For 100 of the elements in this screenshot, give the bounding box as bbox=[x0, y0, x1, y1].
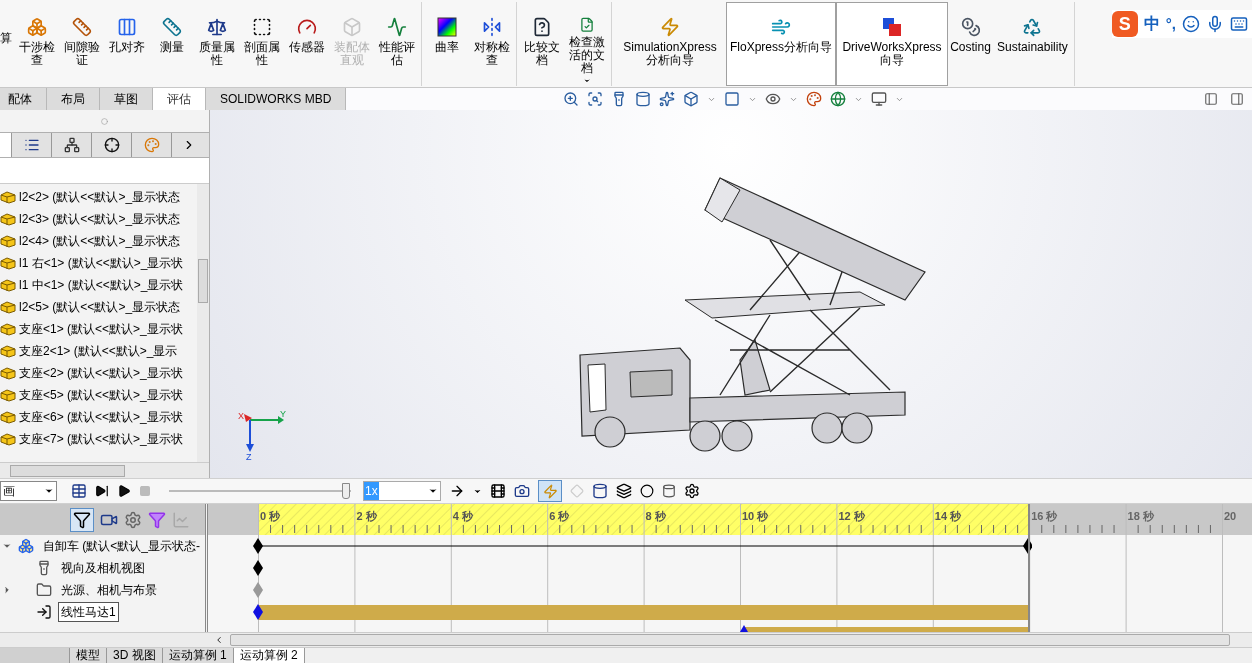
ribbon-tool[interactable]: 干涉检查 bbox=[14, 2, 59, 86]
command-tab[interactable]: 评估 bbox=[153, 88, 206, 110]
ribbon-tool[interactable]: 检查激活的文档 bbox=[564, 2, 609, 86]
panel-left-icon[interactable] bbox=[1204, 92, 1218, 106]
calculator-table-icon[interactable] bbox=[71, 483, 87, 499]
spring-icon[interactable] bbox=[616, 483, 632, 499]
command-tab[interactable]: 布局 bbox=[47, 88, 100, 110]
tree-item[interactable]: 支座<1> (默认<<默认>_显示状 bbox=[0, 318, 197, 340]
splitter-handle-icon[interactable] bbox=[101, 117, 108, 125]
ruler-label: 6 秒 bbox=[549, 509, 570, 524]
study-tab[interactable]: 模型 bbox=[70, 648, 107, 663]
play-icon[interactable] bbox=[117, 484, 131, 498]
tree-item[interactable]: l2<4> (默认<<默认>_显示状态 bbox=[0, 230, 197, 252]
film-icon[interactable] bbox=[490, 483, 506, 499]
ribbon-tool[interactable]: DriveWorksXpress向导 bbox=[836, 2, 949, 86]
ribbon-tool-label[interactable]: 算 bbox=[0, 32, 12, 45]
timeline-scrollbar[interactable] bbox=[0, 632, 1252, 648]
tree-item[interactable]: l2<3> (默认<<默认>_显示状态 bbox=[0, 208, 197, 230]
arrow-right-icon[interactable] bbox=[449, 483, 465, 499]
part-icon bbox=[0, 410, 16, 424]
microphone-icon[interactable] bbox=[1206, 15, 1224, 33]
ribbon-tool[interactable]: 质量属性 bbox=[194, 2, 239, 86]
study-tab[interactable]: 运动算例 1 bbox=[162, 648, 234, 663]
gear-filter-icon[interactable] bbox=[124, 510, 142, 529]
sparkles-icon[interactable] bbox=[659, 91, 675, 107]
crosshair-icon bbox=[103, 137, 120, 153]
command-tab[interactable]: SOLIDWORKS MBD bbox=[206, 88, 347, 110]
activity-icon bbox=[386, 17, 407, 37]
settings-icon[interactable] bbox=[684, 483, 700, 499]
ribbon-tool[interactable]: 剖面属性 bbox=[239, 2, 284, 86]
cylinder-icon[interactable] bbox=[635, 91, 651, 107]
cube-icon[interactable] bbox=[683, 91, 699, 107]
ruler-label: 2 秒 bbox=[356, 509, 377, 524]
slider-thumb[interactable] bbox=[341, 483, 350, 499]
motion-tree-item[interactable]: 光源、相机与布景 bbox=[58, 580, 160, 600]
study-type-dropdown[interactable]: 画 bbox=[0, 481, 57, 501]
command-tab[interactable]: 草图 bbox=[100, 88, 153, 110]
motion-tree-item[interactable]: 视向及相机视图 bbox=[58, 558, 148, 578]
palette-icon[interactable] bbox=[806, 91, 822, 107]
camera-icon[interactable] bbox=[514, 483, 530, 499]
contact-icon[interactable] bbox=[640, 484, 654, 498]
command-tab[interactable]: 配体 bbox=[0, 88, 47, 110]
globe-icon[interactable] bbox=[830, 91, 846, 107]
motor-icon[interactable] bbox=[592, 483, 608, 499]
keyboard-icon[interactable] bbox=[1230, 15, 1248, 33]
ribbon-tool[interactable]: FloXpress分析向导 bbox=[726, 2, 837, 86]
ribbon-tool[interactable]: 测量 bbox=[149, 2, 194, 86]
tree-item[interactable]: l2<2> (默认<<默认>_显示状态 bbox=[0, 186, 197, 208]
study-tab[interactable]: 运动算例 2 bbox=[233, 648, 305, 663]
ribbon-tool[interactable]: 对称检查 bbox=[469, 2, 514, 86]
filter-field[interactable] bbox=[0, 158, 209, 184]
ribbon-tool[interactable]: 性能评估 bbox=[374, 2, 419, 86]
tree-item[interactable]: l1 中<1> (默认<<默认>_显示状 bbox=[0, 274, 197, 296]
vertical-scrollbar[interactable] bbox=[197, 184, 209, 462]
ribbon-tool[interactable]: 曲率 bbox=[424, 2, 469, 86]
emoji-icon[interactable] bbox=[1182, 15, 1200, 33]
view-icon[interactable] bbox=[724, 91, 740, 107]
ribbon-tool[interactable]: 传感器 bbox=[284, 2, 329, 86]
flashlight-icon[interactable] bbox=[611, 91, 627, 107]
tree-item[interactable]: 支座<2> (默认<<默认>_显示状 bbox=[0, 362, 197, 384]
eye-icon[interactable] bbox=[765, 91, 781, 107]
palette-icon bbox=[143, 137, 160, 153]
ruler-icon bbox=[161, 17, 182, 37]
panel-right-icon[interactable] bbox=[1230, 92, 1244, 106]
zoom-area-icon[interactable] bbox=[587, 91, 603, 107]
gravity-icon[interactable] bbox=[662, 484, 676, 498]
tree-item[interactable]: l1 右<1> (默认<<默认>_显示状 bbox=[0, 252, 197, 274]
playback-slider[interactable] bbox=[169, 483, 351, 499]
tree-item[interactable]: l2<5> (默认<<默认>_显示状态 bbox=[0, 296, 197, 318]
expand-icon[interactable] bbox=[2, 541, 12, 551]
mirror-icon bbox=[481, 17, 502, 37]
part-icon bbox=[0, 366, 16, 380]
ribbon-tool[interactable]: 孔对齐 bbox=[104, 2, 149, 86]
ruler-label: 14 秒 bbox=[934, 509, 962, 524]
ribbon-tool[interactable]: Sustainability bbox=[993, 2, 1072, 86]
ribbon-tool[interactable]: Costing bbox=[948, 2, 994, 86]
monitor-icon[interactable] bbox=[871, 91, 887, 107]
filter-icon[interactable] bbox=[70, 507, 94, 532]
tree-item[interactable]: 支座<7> (默认<<默认>_显示状 bbox=[0, 428, 197, 450]
play-from-start-icon[interactable] bbox=[95, 484, 109, 498]
viewport[interactable]: X Y Z bbox=[210, 110, 1252, 478]
zoom-icon[interactable] bbox=[563, 91, 579, 107]
tree-item[interactable]: 支座2<1> (默认<<默认>_显示 bbox=[0, 340, 197, 362]
caret-icon bbox=[44, 486, 54, 496]
part-icon bbox=[0, 234, 16, 248]
horizontal-scrollbar[interactable] bbox=[0, 462, 209, 478]
scroll-left-icon[interactable] bbox=[214, 635, 224, 645]
tree-item[interactable]: 支座<5> (默认<<默认>_显示状 bbox=[0, 384, 197, 406]
ime-mode[interactable]: 中 bbox=[1143, 12, 1160, 36]
motion-tree-item[interactable]: 线性马达1 bbox=[58, 602, 119, 622]
motion-tree-item[interactable]: 自卸车 (默认<默认_显示状态- bbox=[40, 536, 203, 556]
tree-item[interactable]: 支座<6> (默认<<默认>_显示状 bbox=[0, 406, 197, 428]
expand-icon[interactable] bbox=[2, 585, 12, 595]
ribbon-tool[interactable]: 间隙验证 bbox=[59, 2, 104, 86]
ribbon-tool[interactable]: SimulationXpress分析向导 bbox=[614, 2, 726, 86]
ribbon-tool[interactable]: 比较文档 bbox=[519, 2, 564, 86]
autokey-button[interactable] bbox=[538, 480, 562, 502]
gauge-icon bbox=[296, 17, 317, 37]
study-tab[interactable]: 3D 视图 bbox=[107, 648, 163, 663]
ime-punctuation[interactable]: °, bbox=[1165, 12, 1176, 36]
